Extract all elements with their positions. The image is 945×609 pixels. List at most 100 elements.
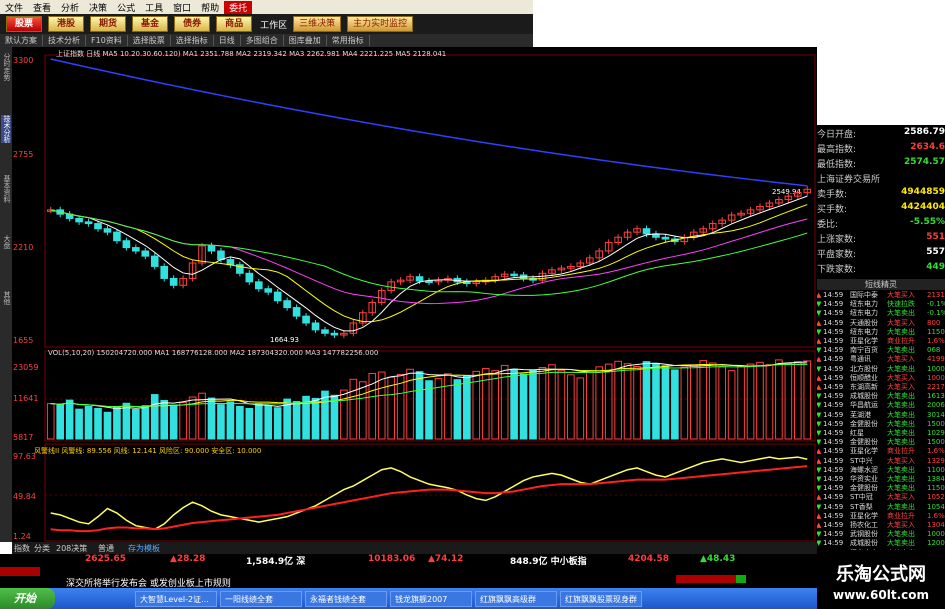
trade-row[interactable]: ▼ 14:59 ST香梨 大笔卖出 1054	[817, 503, 945, 513]
trade-row[interactable]: ▼ 14:59 武钢股份 大笔卖出 1000	[817, 530, 945, 540]
ma20-line	[50, 209, 808, 305]
indicator-title: 风警线II 风警线: 89.556 风线: 12.141 风险区: 90.000…	[34, 446, 261, 455]
tab-other[interactable]: 其他	[1, 291, 11, 305]
select-indicator-button[interactable]: 选择指标	[171, 35, 214, 46]
commodity-button[interactable]: 商品	[216, 16, 253, 32]
quote-label: 上海证券交易所	[817, 175, 881, 185]
tab-market[interactable]: 大盘	[1, 235, 11, 249]
trade-row[interactable]: ▼14:59 纽东电力快速拉跌 -0.1%	[817, 300, 945, 310]
trade-v: 1500	[927, 438, 945, 447]
down-arrow-icon: ▼	[817, 502, 822, 511]
trade-row[interactable]: ▲ 14:59 扬农化工 大笔买入 1304	[817, 521, 945, 531]
period-daily-button[interactable]: 日线	[214, 35, 241, 46]
trade-row[interactable]: ▼ 14:59 南宁百货 大笔卖出 068	[817, 346, 945, 356]
volume-bar	[614, 360, 622, 440]
tab-category[interactable]: 分类	[34, 543, 50, 554]
task-qianlong[interactable]: 钱龙旗舰2007	[390, 591, 472, 607]
overlay-button[interactable]: 图库叠加	[284, 35, 327, 46]
menu-decision[interactable]: 决策	[84, 1, 112, 14]
news-ticker[interactable]: 深交所将举行发布会 或发创业板上市规则	[0, 575, 817, 589]
start-button[interactable]: 开始	[0, 588, 55, 609]
select-stock-button[interactable]: 选择股票	[128, 35, 171, 46]
trade-row[interactable]: ▲ 14:59 亚星化学 商业拉升 1.6%	[817, 447, 945, 457]
trade-row[interactable]: ▲ 14:59 国际中泰 大笔买入 2131	[817, 291, 945, 301]
trade-a: 大笔卖出	[887, 309, 915, 318]
trade-row[interactable]: ▼ 14:59 北方股份 大笔卖出 1000	[817, 365, 945, 375]
task-hongqi-1[interactable]: 红旗飘飘高级群	[475, 591, 557, 607]
trade-row[interactable]: ▼ 14:59 金健股份 大笔卖出 1500	[817, 420, 945, 430]
trade-row[interactable]: ▼14:59 纽东电力大笔卖出 -0.1%	[817, 309, 945, 319]
trade-row[interactable]: ▼ 14:59 成城股份 大笔卖出 1613	[817, 392, 945, 402]
trade-row[interactable]: ▲ 14:59 亚星化学 商业拉升 1.6%	[817, 512, 945, 522]
menu-analysis[interactable]: 分析	[56, 1, 84, 14]
trade-row[interactable]: ▲ 14:59 粤通讯 大笔买入 4199	[817, 355, 945, 365]
common-indicator-button[interactable]: 常用指标	[327, 35, 370, 46]
futures-button[interactable]: 期货	[90, 16, 127, 32]
task-dazhihui[interactable]: 大智慧Level-2证...	[135, 591, 217, 607]
tab-normal[interactable]: 普通	[98, 543, 114, 554]
tech-analysis-button[interactable]: 技术分析	[43, 35, 86, 46]
chart-canvas: 上证指数 日线 MA5 10.20.30.60.120) MA1 2351.78…	[13, 49, 816, 551]
tab-technical[interactable]: 技术分析	[1, 115, 11, 143]
hk-stock-button[interactable]: 港股	[48, 16, 85, 32]
vol-tick-bottom: 5817	[13, 433, 33, 442]
trade-row[interactable]: ▼ 14:59 芜湖港 大笔卖出 3014	[817, 411, 945, 421]
volume-bar	[160, 399, 169, 440]
trade-t: 14:59	[823, 327, 844, 336]
trade-a: 大笔卖出	[887, 465, 915, 474]
kline-chart[interactable]: 上证指数 日线 MA5 10.20.30.60.120) MA1 2351.78…	[12, 47, 817, 551]
decision-3d-button[interactable]: 三维决策	[293, 16, 342, 32]
short-line-header[interactable]: 短线精灵	[817, 279, 945, 290]
task-hongqi-2[interactable]: 红旗飘飘股票现身群	[560, 591, 642, 607]
sme-index-change: ▲48.43	[700, 554, 736, 564]
tab-fundamentals[interactable]: 基本资料	[1, 175, 11, 203]
trade-row[interactable]: ▲ 14:59 恒顺醋业 大笔买入 1000	[817, 374, 945, 384]
menu-view[interactable]: 查看	[28, 1, 56, 14]
main-force-monitor-button[interactable]: 主力实时监控	[347, 16, 414, 32]
tab-intraday[interactable]: 分时走势	[1, 53, 11, 81]
tab-index[interactable]: 指数	[14, 543, 30, 554]
trade-a: 大笔买入	[887, 493, 915, 502]
trade-row[interactable]: ▼ 14:59 华昌航运 大笔卖出 2006	[817, 401, 945, 411]
trade-row[interactable]: ▼ 14:59 华资实业 大笔卖出 1384	[817, 475, 945, 485]
volume-bar	[708, 362, 717, 440]
workspace-label[interactable]: 工作区	[260, 18, 287, 31]
stock-button[interactable]: 股票	[6, 16, 43, 32]
multi-chart-button[interactable]: 多图组合	[241, 35, 284, 46]
trade-t: 14:59	[823, 401, 844, 410]
trade-a: 商业拉升	[887, 337, 915, 345]
trade-n: 南宁百货	[850, 346, 878, 355]
volume-bar	[245, 407, 254, 440]
trade-row[interactable]: ▲ 14:59 ST中兴 大笔买入 1329	[817, 457, 945, 467]
f10-button[interactable]: F10资料	[86, 35, 128, 46]
tab-208-decision[interactable]: 208决策	[56, 543, 87, 554]
trade-row[interactable]: ▲ 14:59 ST中冠 大笔买入 1052	[817, 493, 945, 503]
task-yiyangxian[interactable]: 一阳线绩全套	[220, 591, 302, 607]
volume-bar	[510, 368, 518, 440]
trade-row[interactable]: ▼ 14:59 成城股份 大笔卖出 1200	[817, 539, 945, 549]
menu-file[interactable]: 文件	[0, 1, 28, 14]
menu-tools[interactable]: 工具	[140, 1, 168, 14]
trade-row[interactable]: ▼ 14:59 红星 大笔卖出 1029	[817, 429, 945, 439]
promo-block: 乐淘公式网 www.60lt.com	[817, 550, 945, 609]
menu-formula[interactable]: 公式	[112, 1, 140, 14]
menu-help[interactable]: 帮助	[196, 1, 224, 14]
trade-row[interactable]: ▼ 14:59 金健股份 大笔卖出 1500	[817, 438, 945, 448]
candle-body	[75, 217, 83, 223]
candle-body	[207, 245, 216, 252]
trade-row[interactable]: ▼ 14:59 金健股份 大笔卖出 1150	[817, 484, 945, 494]
task-yongfu[interactable]: 永福者钱绩全套	[305, 591, 387, 607]
fund-button[interactable]: 基金	[132, 16, 169, 32]
trade-row[interactable]: ▲ 14:59 东湖高新 大笔买入 2217	[817, 383, 945, 393]
trade-row[interactable]: ▼ 14:59 海螺水泥 大笔卖出 1100	[817, 466, 945, 476]
menu-entrust[interactable]: 委托	[224, 0, 253, 14]
trade-row[interactable]: ▲ 14:59 亚星化学 商业拉升 1.6%	[817, 337, 945, 347]
trade-row[interactable]: ▼ 14:59 纽东电力 大笔卖出 1150	[817, 328, 945, 338]
bond-button[interactable]: 债券	[174, 16, 211, 32]
save-template-button[interactable]: 存为模板	[128, 543, 160, 554]
default-scheme-button[interactable]: 默认方案	[0, 35, 43, 46]
menu-window[interactable]: 窗口	[168, 1, 196, 14]
trade-row[interactable]: ▲ 14:59 天通股份 大笔买入 800	[817, 319, 945, 329]
trade-n: 粤通讯	[850, 355, 871, 364]
down-arrow-icon: ▼	[817, 392, 822, 401]
